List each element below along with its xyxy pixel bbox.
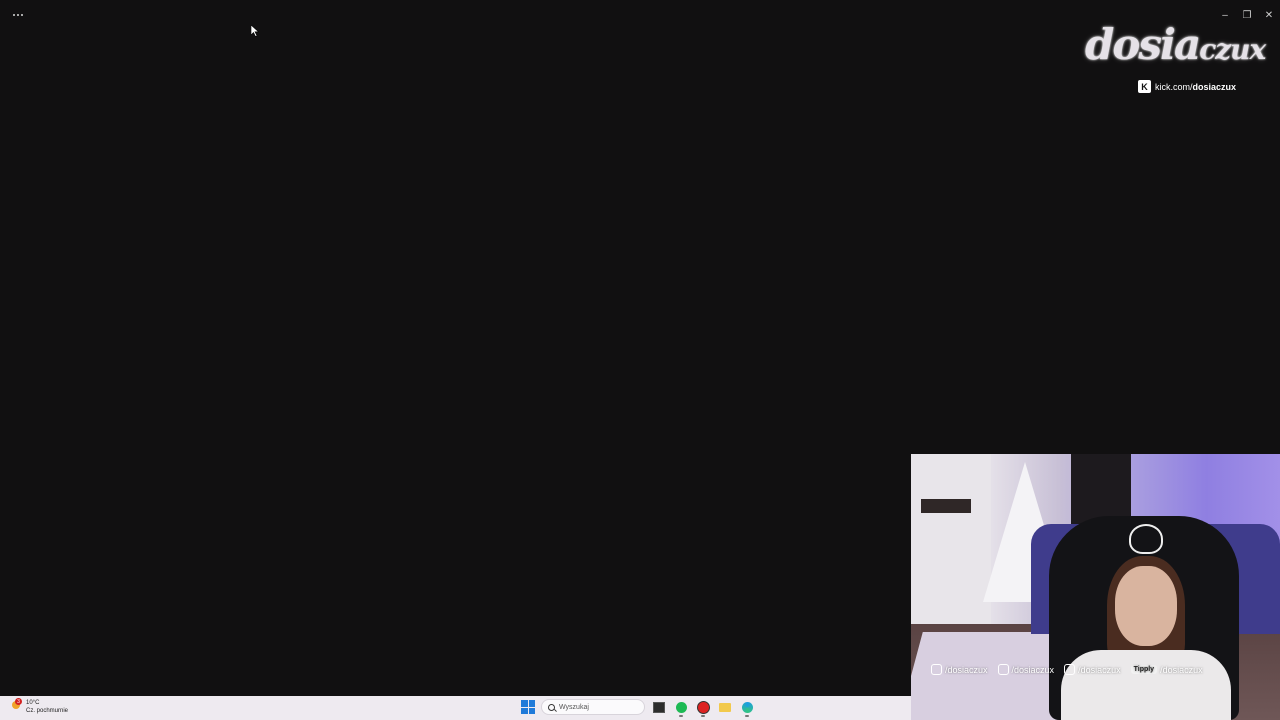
social-youtube: /dosiaczux (1064, 664, 1121, 675)
social-handles: /dosiaczux /dosiaczux /dosiaczux Tipply … (931, 664, 1203, 675)
chair-logo-icon (1129, 524, 1163, 554)
social-handle: /dosiaczux (945, 664, 988, 675)
more-options-icon[interactable] (9, 8, 27, 22)
social-handle: /dosiaczux (1078, 664, 1121, 675)
social-handle: /dosiaczux (1160, 664, 1203, 675)
taskbar-center: Wyszukaj (521, 699, 755, 717)
tipply-badge: Tipply (1130, 665, 1158, 674)
kick-url-handle: dosiaczux (1192, 81, 1237, 92)
app-icon[interactable] (695, 699, 711, 717)
spotify-icon[interactable] (673, 699, 689, 717)
weather-condition: Cz. pochmurnie (26, 708, 69, 714)
social-tipply: Tipply /dosiaczux (1130, 664, 1203, 675)
streamer-face (1115, 566, 1177, 646)
social-instagram: /dosiaczux (931, 664, 988, 675)
kick-url-prefix: kick.com/ (1155, 81, 1193, 92)
close-icon[interactable]: ✕ (1258, 4, 1280, 26)
notification-badge: 3 (15, 698, 22, 705)
social-tiktok: /dosiaczux (997, 664, 1055, 675)
tiktok-icon (997, 664, 1009, 675)
search-icon (548, 703, 555, 711)
social-handle: /dosiaczux (1011, 664, 1055, 675)
search-placeholder: Wyszukaj (559, 703, 589, 711)
weather-icon: 3 (12, 698, 22, 709)
file-explorer-icon[interactable] (651, 699, 667, 715)
youtube-icon (1064, 664, 1076, 675)
mouse-cursor-icon (251, 25, 259, 37)
taskbar: 3 10°C Cz. pochmurnie Wyszukaj (0, 696, 911, 720)
windows-start-icon[interactable] (521, 700, 535, 714)
edge-icon[interactable] (739, 699, 755, 717)
weather-temp: 10°C (26, 700, 40, 706)
kick-icon: K (1138, 80, 1151, 93)
taskbar-search[interactable]: Wyszukaj (541, 699, 645, 715)
kick-channel-link: K kick.com/dosiaczux (1138, 80, 1236, 93)
instagram-icon (931, 664, 942, 675)
folder-icon[interactable] (717, 699, 733, 715)
logo-small-text: czux (1199, 33, 1266, 66)
logo-main-text: dosia (1085, 20, 1201, 69)
webcam-overlay: /dosiaczux /dosiaczux /dosiaczux Tipply … (911, 454, 1280, 720)
weather-widget[interactable]: 3 10°C Cz. pochmurnie (12, 698, 69, 715)
streamer-logo: dosiaczux (1085, 18, 1266, 77)
